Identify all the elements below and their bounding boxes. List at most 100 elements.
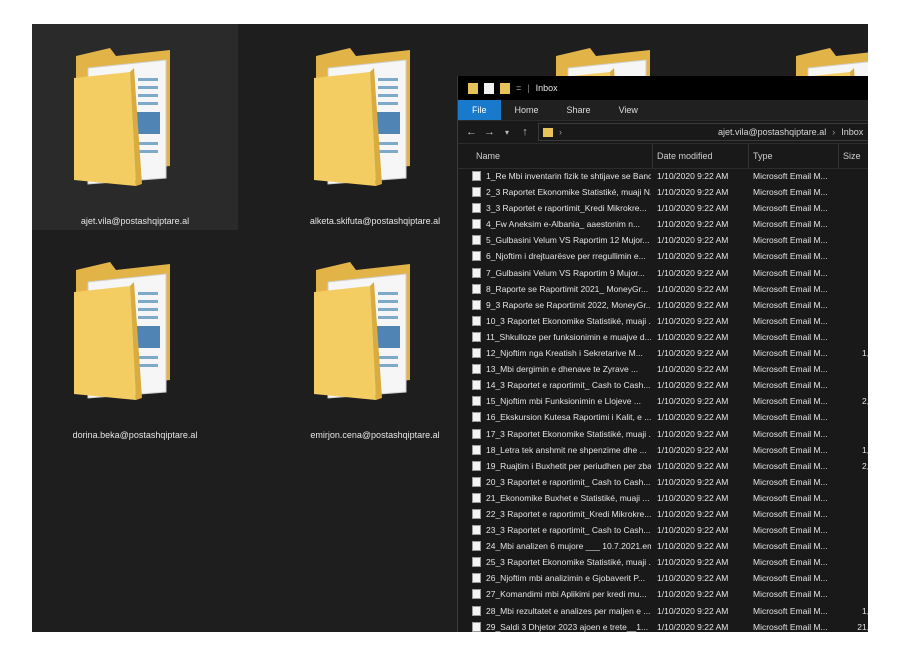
file-size: 47 KB [839, 570, 868, 586]
file-row[interactable]: 2_3 Raportet Ekonomike Statistiké, muaji… [458, 184, 868, 200]
file-row[interactable]: 20_3 Raportet e raportimit_ Cash to Cash… [458, 474, 868, 490]
up-arrow-icon[interactable]: ↑ [520, 126, 530, 138]
file-type: Microsoft Email M... [753, 380, 828, 391]
column-header-type[interactable]: Type [749, 144, 839, 168]
email-file-icon [472, 364, 481, 375]
quick-access-dropdown-icon[interactable]: = [516, 83, 521, 93]
breadcrumb-account[interactable]: ajet.vila@postashqiptare.al [718, 127, 826, 137]
column-header-date-modified[interactable]: Date modified [653, 144, 749, 168]
file-row[interactable]: 15_Njoftim mbi Funksionimin e Llojeve ..… [458, 393, 868, 409]
file-row[interactable]: 8_Raporte se Raportimit 2021_ MoneyGr...… [458, 281, 868, 297]
file-row[interactable]: 17_3 Raportet Ekonomike Statistiké, muaj… [458, 426, 868, 442]
email-file-icon [472, 412, 481, 423]
desktop-folder[interactable]: emirjon.cena@postashqiptare.al [272, 238, 478, 444]
file-row[interactable]: 25_3 Raportet Ekonomike Statistiké, muaj… [458, 554, 868, 570]
file-date-modified: 1/10/2020 9:22 AM [657, 267, 729, 278]
folder-icon [70, 38, 190, 188]
desktop-folder[interactable]: alketa.skifuta@postashqiptare.al [272, 24, 478, 230]
tab-view[interactable]: View [605, 100, 652, 120]
file-size: 480 KB [839, 426, 868, 442]
file-row[interactable]: 29_Saldi 3 Dhjetor 2023 ajoen e trete__1… [458, 619, 868, 632]
file-size: 2,775 KB [862, 460, 868, 471]
file-size: 66 KB [839, 409, 868, 425]
file-row[interactable]: 4_Fw Aneksim e-Albania_ aaestonim n... 1/… [458, 216, 868, 232]
tab-file[interactable]: File [458, 100, 501, 120]
file-name: 10_3 Raportet Ekonomike Statistiké, muaj… [486, 315, 651, 326]
file-date-modified: 1/10/2020 9:22 AM [657, 460, 729, 471]
breadcrumb-inbox[interactable]: Inbox [841, 127, 863, 137]
file-row[interactable]: 16_Ekskursion Kutesa Raportimi i Kalit, … [458, 409, 868, 425]
file-row[interactable]: 23_3 Raportet e raportimit_ Cash to Cash… [458, 522, 868, 538]
column-header-name[interactable]: Name [458, 144, 653, 168]
file-row[interactable]: 22_3 Raportet e raportimit_Kredi Mikrokr… [458, 506, 868, 522]
file-size: 1,660 KB [862, 444, 868, 455]
file-row[interactable]: 13_Mbi dergimin e dhenave te Zyrave ... 1… [458, 361, 868, 377]
file-size: 473 KB [839, 554, 868, 570]
file-name: 28_Mbi rezultatet e analizes per maljen … [486, 605, 651, 616]
file-row[interactable]: 24_Mbi analizen 6 mujore ___ 10.7.2021.e… [458, 538, 868, 554]
file-date-modified: 1/10/2020 9:22 AM [657, 348, 729, 359]
file-size: 126 KB [839, 586, 868, 602]
file-name: 13_Mbi dergimin e dhenave te Zyrave ... [486, 364, 639, 375]
desktop-folder[interactable]: ajet.vila@postashqiptare.al [32, 24, 238, 230]
forward-arrow-icon[interactable]: → [484, 126, 495, 138]
file-date-modified: 1/10/2020 9:22 AM [657, 364, 729, 375]
file-row[interactable]: 19_Ruajtim i Buxhetit per periudhen per … [458, 458, 868, 474]
file-row[interactable]: 11_Shkulloze per funksionimin e muajve d… [458, 329, 868, 345]
folder-label: ajet.vila@postashqiptare.al [80, 216, 190, 226]
file-row[interactable]: 18_Letra tek anshmit ne shpenzime dhe ..… [458, 442, 868, 458]
tab-share[interactable]: Share [553, 100, 605, 120]
file-name: 14_3 Raportet e raportimit_ Cash to Cash… [486, 380, 651, 391]
folder-label: dorina.beka@postashqiptare.al [72, 430, 198, 440]
file-row[interactable]: 5_Gulbasini Velum VS Raportim 12 Mujor..… [458, 232, 868, 248]
file-type: Microsoft Email M... [753, 428, 828, 439]
path-field[interactable]: › ajet.vila@postashqiptare.al › Inbox [538, 123, 868, 141]
file-row[interactable]: 7_Gulbasini Velum VS Raportim 9 Mujor...… [458, 265, 868, 281]
file-row[interactable]: 26_Njoftim mbi analizimin e Gjobaverit P… [458, 570, 868, 586]
file-row[interactable]: 6_Njoftim i drejtuarësve per rregullimin… [458, 248, 868, 264]
file-row[interactable]: 12_Njoftim nga Kreatish i Sekretarive M.… [458, 345, 868, 361]
properties-icon[interactable] [484, 82, 494, 94]
file-row[interactable]: 28_Mbi rezultatet e analizes per maljen … [458, 603, 868, 619]
file-date-modified: 1/10/2020 9:22 AM [657, 171, 729, 181]
file-name: 11_Shkulloze per funksionimin e muajve d… [486, 331, 651, 342]
file-row[interactable]: 3_3 Raportet e raportimit_Kredi Mikrokre… [458, 200, 868, 216]
file-type: Microsoft Email M... [753, 283, 828, 294]
file-name: 27_Komandimi mbi Aplikimi per kredi mu..… [486, 589, 647, 600]
new-folder-icon[interactable] [500, 82, 510, 94]
email-file-icon [472, 235, 481, 246]
file-type: Microsoft Email M... [753, 267, 828, 278]
file-row[interactable]: 14_3 Raportet e raportimit_ Cash to Cash… [458, 377, 868, 393]
file-row[interactable]: 9_3 Raporte se Raportimit 2022, MoneyGr.… [458, 297, 868, 313]
tab-home[interactable]: Home [501, 100, 553, 120]
desktop-folder[interactable]: dorina.beka@postashqiptare.al [32, 238, 238, 444]
title-bar: = | Inbox [458, 76, 868, 100]
file-date-modified: 1/10/2020 9:22 AM [657, 331, 729, 342]
file-size: 117 KB [839, 184, 868, 200]
file-date-modified: 1/10/2020 9:22 AM [657, 396, 729, 407]
file-date-modified: 1/10/2020 9:22 AM [657, 203, 729, 214]
recent-locations-chevron-icon[interactable]: ▾ [502, 128, 512, 137]
email-file-icon [472, 219, 481, 230]
file-date-modified: 1/10/2020 9:22 AM [657, 541, 729, 552]
email-file-icon [472, 331, 481, 342]
file-size: 109 KB [839, 313, 868, 329]
column-header-size[interactable]: Size [839, 144, 868, 168]
email-file-icon [472, 476, 481, 487]
file-size: 33 KB [839, 329, 868, 345]
email-file-icon [472, 541, 481, 552]
file-row[interactable]: 1_Re Mbi inventarin fizik te shtijave se… [458, 168, 868, 184]
file-type: Microsoft Email M... [753, 508, 828, 519]
file-size: 436 KB [839, 490, 868, 506]
column-headers: Name Date modified Type Size [458, 144, 868, 169]
file-list: 1_Re Mbi inventarin fizik te shtijave se… [458, 168, 868, 632]
file-type: Microsoft Email M... [753, 187, 828, 198]
file-date-modified: 1/10/2020 9:22 AM [657, 283, 729, 294]
file-type: Microsoft Email M... [753, 605, 828, 616]
email-file-icon [472, 251, 481, 262]
file-type: Microsoft Email M... [753, 412, 828, 423]
file-row[interactable]: 10_3 Raportet Ekonomike Statistiké, muaj… [458, 313, 868, 329]
file-row[interactable]: 21_Ekonomike Buxhet e Statistiké, muaji … [458, 490, 868, 506]
file-row[interactable]: 27_Komandimi mbi Aplikimi per kredi mu..… [458, 586, 868, 602]
back-arrow-icon[interactable]: ← [466, 126, 477, 138]
